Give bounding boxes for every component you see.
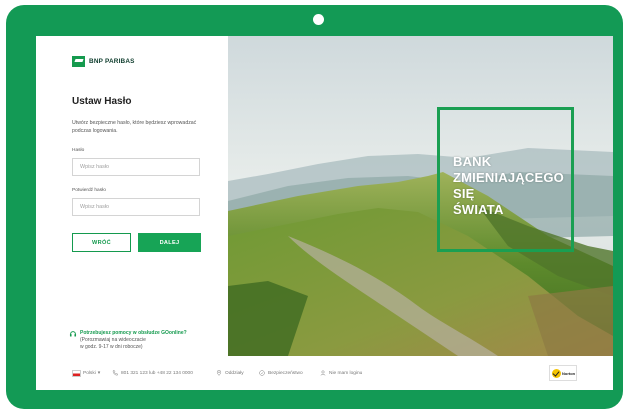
norton-badge[interactable]: Norton bbox=[549, 365, 577, 381]
slogan-line: ŚWIATA bbox=[453, 202, 504, 217]
hero-image: BANK ZMIENIAJĄCEGO SIĘ ŚWIATA bbox=[228, 36, 613, 356]
bnp-logo-icon bbox=[72, 56, 85, 67]
footer: Polski ▾ 801 321 123 lub +48 22 134 0000… bbox=[36, 356, 613, 390]
phone-number: 801 321 123 lub +48 22 134 0000 bbox=[121, 370, 193, 376]
help-section: Potrzebujesz pomocy w obsłudze GOonline?… bbox=[69, 330, 187, 351]
confirm-password-field[interactable] bbox=[72, 198, 200, 216]
language-selector[interactable]: Polski ▾ bbox=[72, 370, 100, 377]
hero-slogan: BANK ZMIENIAJĄCEGO SIĘ ŚWIATA bbox=[453, 154, 564, 218]
brand-name: BNP PARIBAS bbox=[89, 58, 135, 65]
bnp-logo[interactable]: BNP PARIBAS bbox=[72, 56, 135, 67]
branches-label: Oddziały bbox=[225, 370, 244, 376]
location-pin-icon bbox=[216, 370, 222, 376]
security-label: Bezpieczeństwo bbox=[268, 370, 303, 376]
help-line-1: (Porozmawiaj na wideoczacie bbox=[80, 337, 146, 343]
phone-contact[interactable]: 801 321 123 lub +48 22 134 0000 bbox=[112, 370, 193, 376]
no-login-link[interactable]: Nie mam loginu bbox=[320, 370, 362, 376]
headset-icon bbox=[69, 331, 77, 337]
norton-label: Norton bbox=[562, 370, 576, 376]
phone-icon bbox=[112, 370, 118, 376]
back-button[interactable]: WRÓĆ bbox=[72, 233, 131, 252]
password-field[interactable] bbox=[72, 158, 200, 176]
poland-flag-icon bbox=[72, 370, 81, 377]
camera-dot bbox=[313, 14, 324, 25]
form-panel: BNP PARIBAS Ustaw Hasło Utwórz bezpieczn… bbox=[36, 36, 228, 356]
shield-icon bbox=[259, 370, 265, 376]
password-label: Hasło bbox=[72, 148, 85, 153]
help-link[interactable]: Potrzebujesz pomocy w obsłudze GOonline? bbox=[80, 330, 187, 337]
slogan-line: BANK bbox=[453, 154, 492, 169]
no-login-label: Nie mam loginu bbox=[329, 370, 363, 376]
norton-check-icon bbox=[552, 368, 561, 378]
chevron-down-icon: ▾ bbox=[97, 371, 101, 376]
security-link[interactable]: Bezpieczeństwo bbox=[259, 370, 303, 376]
user-icon bbox=[320, 370, 326, 376]
branches-link[interactable]: Oddziały bbox=[216, 370, 244, 376]
language-label: Polski bbox=[83, 371, 96, 376]
help-line-2: w godz. 9-17 w dni robocze) bbox=[80, 344, 143, 350]
confirm-password-label: Potwierdź hasło bbox=[72, 188, 106, 193]
login-screen: BNP PARIBAS Ustaw Hasło Utwórz bezpieczn… bbox=[36, 36, 613, 390]
slogan-line: SIĘ bbox=[453, 186, 475, 201]
next-button[interactable]: DALEJ bbox=[138, 233, 201, 252]
page-title: Ustaw Hasło bbox=[72, 96, 132, 107]
slogan-line: ZMIENIAJĄCEGO bbox=[453, 170, 564, 185]
form-description: Utwórz bezpieczne hasło, które będziesz … bbox=[72, 120, 197, 134]
tablet-frame: BNP PARIBAS Ustaw Hasło Utwórz bezpieczn… bbox=[6, 5, 623, 409]
